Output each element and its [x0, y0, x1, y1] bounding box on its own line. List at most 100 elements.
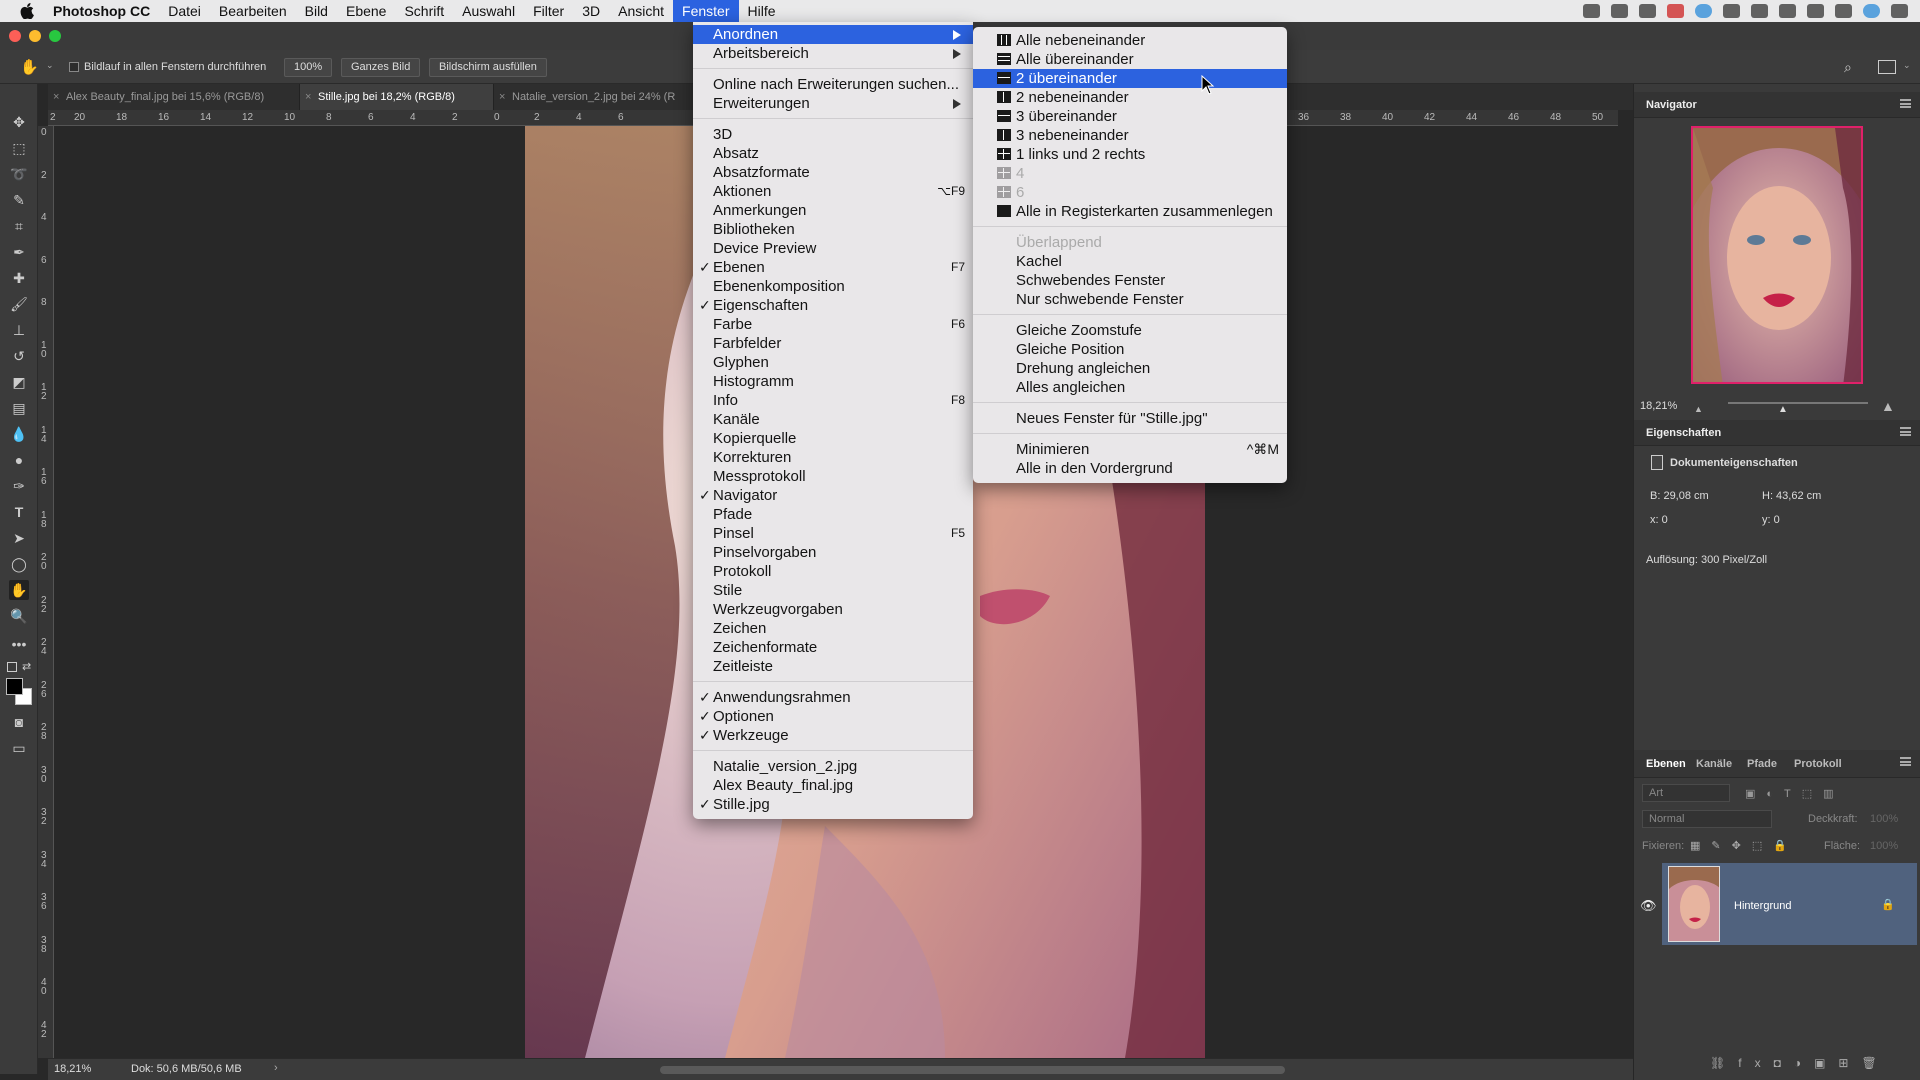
menu-photoshop[interactable]: Photoshop CC: [44, 0, 159, 22]
move-tool-icon[interactable]: ✥: [9, 112, 29, 132]
close-tab-icon[interactable]: ×: [53, 84, 59, 110]
lock-icons[interactable]: ▦✎✥⬚🔒: [1690, 839, 1798, 852]
layer-thumbnail[interactable]: [1668, 866, 1720, 942]
menu-hilfe[interactable]: Hilfe: [739, 0, 785, 22]
menu-item-neues-fenster-für-stille-jpg[interactable]: Neues Fenster für "Stille.jpg": [973, 409, 1287, 428]
type-tool-icon[interactable]: T: [9, 502, 29, 522]
menu-item-3d[interactable]: 3D: [693, 125, 973, 144]
airplay-icon[interactable]: [1611, 4, 1628, 18]
menu-ansicht[interactable]: Ansicht: [609, 0, 673, 22]
menu-item-farbfelder[interactable]: Farbfelder: [693, 334, 973, 353]
close-tab-icon[interactable]: ×: [305, 84, 311, 110]
menu-item-eigenschaften[interactable]: ✓ Eigenschaften: [693, 296, 973, 315]
navigator-panel-header[interactable]: Navigator: [1634, 92, 1920, 118]
menu-auswahl[interactable]: Auswahl: [453, 0, 524, 22]
eraser-tool-icon[interactable]: ◩: [9, 372, 29, 392]
width-value[interactable]: B: 29,08 cm: [1650, 490, 1709, 502]
menu-item-3-nebeneinander[interactable]: 3 nebeneinander: [973, 126, 1287, 145]
panel-menu-icon[interactable]: [1900, 757, 1911, 766]
menu-item-2-übereinander[interactable]: 2 übereinander: [973, 69, 1287, 88]
close-window-button[interactable]: [9, 30, 21, 42]
menu-item-pfade[interactable]: Pfade: [693, 505, 973, 524]
menu-item-gleiche-zoomstufe[interactable]: Gleiche Zoomstufe: [973, 321, 1287, 340]
menu-item-anwendungsrahmen[interactable]: ✓ Anwendungsrahmen: [693, 688, 973, 707]
app-blue-icon[interactable]: [1695, 4, 1712, 18]
marquee-tool-icon[interactable]: ⬚: [9, 138, 29, 158]
menu-item-alle-übereinander[interactable]: Alle übereinander: [973, 50, 1287, 69]
tab-kanaele[interactable]: Kanäle: [1696, 758, 1732, 770]
menu-schrift[interactable]: Schrift: [395, 0, 453, 22]
quick-mask-icon[interactable]: ◙: [9, 712, 29, 732]
menu-item-stille-jpg[interactable]: ✓ Stille.jpg: [693, 795, 973, 814]
menu-item-histogramm[interactable]: Histogramm: [693, 372, 973, 391]
fill-screen-button[interactable]: Bildschirm ausfüllen: [429, 58, 547, 77]
menu-item-1-links-und-2-rechts[interactable]: 1 links und 2 rechts: [973, 145, 1287, 164]
menu-item-drehung-angleichen[interactable]: Drehung angleichen: [973, 359, 1287, 378]
brush-tool-icon[interactable]: 🖌: [9, 294, 29, 314]
eyedropper-tool-icon[interactable]: ✒: [9, 242, 29, 262]
menu-item-werkzeugvorgaben[interactable]: Werkzeugvorgaben: [693, 600, 973, 619]
menu-item-ebenen[interactable]: ✓ Ebenen F7: [693, 258, 973, 277]
menu-item-ebenenkomposition[interactable]: Ebenenkomposition: [693, 277, 973, 296]
layer-filter-search[interactable]: Art: [1642, 784, 1730, 802]
hand-tool-icon[interactable]: ✋: [9, 580, 29, 600]
layer-filter-icons[interactable]: ▣◐T⬚▥: [1745, 787, 1845, 800]
tab-pfade[interactable]: Pfade: [1747, 758, 1777, 770]
gradient-tool-icon[interactable]: ▤: [9, 398, 29, 418]
menu-item-minimieren[interactable]: Minimieren ^⌘M: [973, 440, 1287, 459]
menu-item-2-nebeneinander[interactable]: 2 nebeneinander: [973, 88, 1287, 107]
menu-item-device-preview[interactable]: Device Preview: [693, 239, 973, 258]
zoom-in-icon[interactable]: ▲: [1881, 398, 1895, 414]
chevron-down-icon[interactable]: ⌄: [46, 60, 54, 71]
lock-icon[interactable]: 🔒: [1881, 898, 1895, 911]
menu-item-absatzformate[interactable]: Absatzformate: [693, 163, 973, 182]
minimize-window-button[interactable]: [29, 30, 41, 42]
menu-item-protokoll[interactable]: Protokoll: [693, 562, 973, 581]
dodge-tool-icon[interactable]: ●: [9, 450, 29, 470]
menu-item-farbe[interactable]: Farbe F6: [693, 315, 973, 334]
crop-tool-icon[interactable]: ⌗: [9, 216, 29, 236]
menu-item-kanäle[interactable]: Kanäle: [693, 410, 973, 429]
menu-item-gleiche-position[interactable]: Gleiche Position: [973, 340, 1287, 359]
properties-panel-header[interactable]: Eigenschaften: [1634, 420, 1920, 446]
zoom-level[interactable]: 18,21%: [54, 1063, 91, 1075]
menu-item-pinsel[interactable]: Pinsel F5: [693, 524, 973, 543]
menu-bearbeiten[interactable]: Bearbeiten: [210, 0, 296, 22]
menu-item-aktionen[interactable]: Aktionen ⌥F9: [693, 182, 973, 201]
menu-item-kachel[interactable]: Kachel: [973, 252, 1287, 271]
menu-item-messprotokoll[interactable]: Messprotokoll: [693, 467, 973, 486]
path-selection-tool-icon[interactable]: ➤: [9, 528, 29, 548]
cloud-icon[interactable]: [1639, 4, 1656, 18]
menu-bild[interactable]: Bild: [296, 0, 337, 22]
foreground-color-swatch[interactable]: [6, 678, 23, 695]
menu-item-navigator[interactable]: ✓ Navigator: [693, 486, 973, 505]
menu-item-bibliotheken[interactable]: Bibliotheken: [693, 220, 973, 239]
bluetooth-icon[interactable]: [1779, 4, 1796, 18]
fit-screen-button[interactable]: Ganzes Bild: [341, 58, 421, 77]
panel-menu-icon[interactable]: [1900, 427, 1911, 436]
horizontal-scrollbar[interactable]: [660, 1066, 1285, 1074]
menu-item-korrekturen[interactable]: Korrekturen: [693, 448, 973, 467]
menu-item-zeichenformate[interactable]: Zeichenformate: [693, 638, 973, 657]
notification-center-icon[interactable]: [1891, 4, 1908, 18]
menu-item-pinselvorgaben[interactable]: Pinselvorgaben: [693, 543, 973, 562]
chevron-down-icon[interactable]: ⌄: [1903, 60, 1911, 71]
menu-item-erweiterungen[interactable]: Erweiterungen: [693, 94, 973, 113]
menu-3d[interactable]: 3D: [573, 0, 609, 22]
siri-icon[interactable]: [1863, 4, 1880, 18]
menu-item-absatz[interactable]: Absatz: [693, 144, 973, 163]
menu-item-anmerkungen[interactable]: Anmerkungen: [693, 201, 973, 220]
hand-tool-icon[interactable]: ✋: [20, 58, 46, 76]
height-value[interactable]: H: 43,62 cm: [1762, 490, 1821, 502]
workspace-icon[interactable]: [1878, 60, 1896, 74]
fill-value[interactable]: 100%: [1870, 840, 1898, 852]
layer-actions[interactable]: ⛓fx◘◑▣⊞🗑: [1710, 1056, 1890, 1070]
menu-item-anordnen[interactable]: Anordnen: [693, 25, 973, 44]
chevron-right-icon[interactable]: ›: [274, 1062, 278, 1074]
menu-fenster[interactable]: Fenster: [673, 0, 739, 22]
zoom-window-button[interactable]: [49, 30, 61, 42]
tab-protokoll[interactable]: Protokoll: [1794, 758, 1842, 770]
tab-ebenen[interactable]: Ebenen: [1646, 758, 1686, 770]
menu-item-natalie-version-2-jpg[interactable]: Natalie_version_2.jpg: [693, 757, 973, 776]
spotlight-icon[interactable]: [1835, 4, 1852, 18]
